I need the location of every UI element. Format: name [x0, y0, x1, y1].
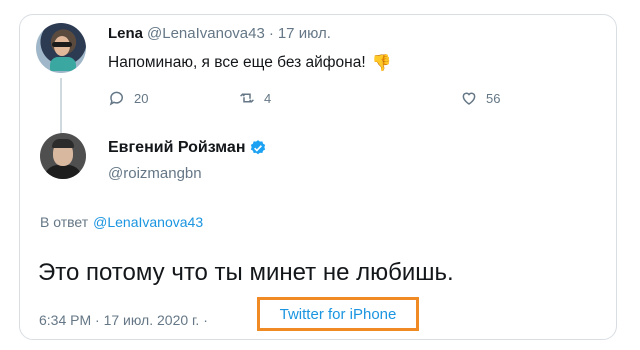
parent-tweet-text: Напоминаю, я все еще без айфона! 👎: [108, 53, 392, 73]
reply-count: 20: [134, 90, 149, 106]
parent-author-name[interactable]: Lena: [108, 25, 143, 42]
tweet-card: Lena @LenaIvanova43 · 17 июл. Напоминаю, я …: [19, 14, 617, 340]
like-count: 56: [486, 90, 501, 106]
main-author-handle[interactable]: @roizmangbn: [108, 165, 202, 182]
parent-tweet-header: Lena @LenaIvanova43 · 17 июл.: [108, 25, 331, 42]
parent-author-handle[interactable]: @LenaIvanova43: [147, 25, 265, 42]
parent-tweet-text-body: Напоминаю, я все еще без айфона!: [108, 54, 366, 71]
heart-icon: [462, 92, 476, 105]
retweet-icon: [240, 93, 254, 103]
replying-to: В ответ @LenaIvanova43: [40, 214, 203, 230]
source-link[interactable]: Twitter for iPhone: [280, 306, 397, 323]
tweet-timestamp[interactable]: 6:34 PM · 17 июл. 2020 г. ·: [39, 312, 208, 328]
replying-to-link[interactable]: @LenaIvanova43: [93, 214, 203, 230]
reply-button[interactable]: 20: [108, 89, 148, 107]
main-tweet-text: Это потому что ты минет не любишь.: [38, 259, 454, 286]
thumbs-down-icon: 👎: [371, 55, 392, 72]
retweet-count: 4: [264, 90, 272, 106]
parent-tweet-date[interactable]: 17 июл.: [278, 25, 331, 42]
replying-prefix: В ответ: [40, 214, 89, 230]
verified-badge-icon: [251, 140, 266, 155]
retweet-button[interactable]: 4: [238, 89, 271, 107]
thread-line: [60, 78, 62, 134]
parent-tweet-actions: 20 4 56: [108, 89, 528, 109]
source-highlight: Twitter for iPhone: [257, 297, 419, 331]
reply-icon: [109, 91, 123, 106]
like-button[interactable]: 56: [460, 89, 500, 107]
main-author: Евгений Ройзман: [108, 139, 267, 157]
main-author-name[interactable]: Евгений Ройзман: [108, 139, 245, 157]
lena-avatar[interactable]: [36, 23, 86, 73]
roizman-avatar[interactable]: [40, 133, 86, 179]
separator-dot: ·: [268, 25, 274, 42]
